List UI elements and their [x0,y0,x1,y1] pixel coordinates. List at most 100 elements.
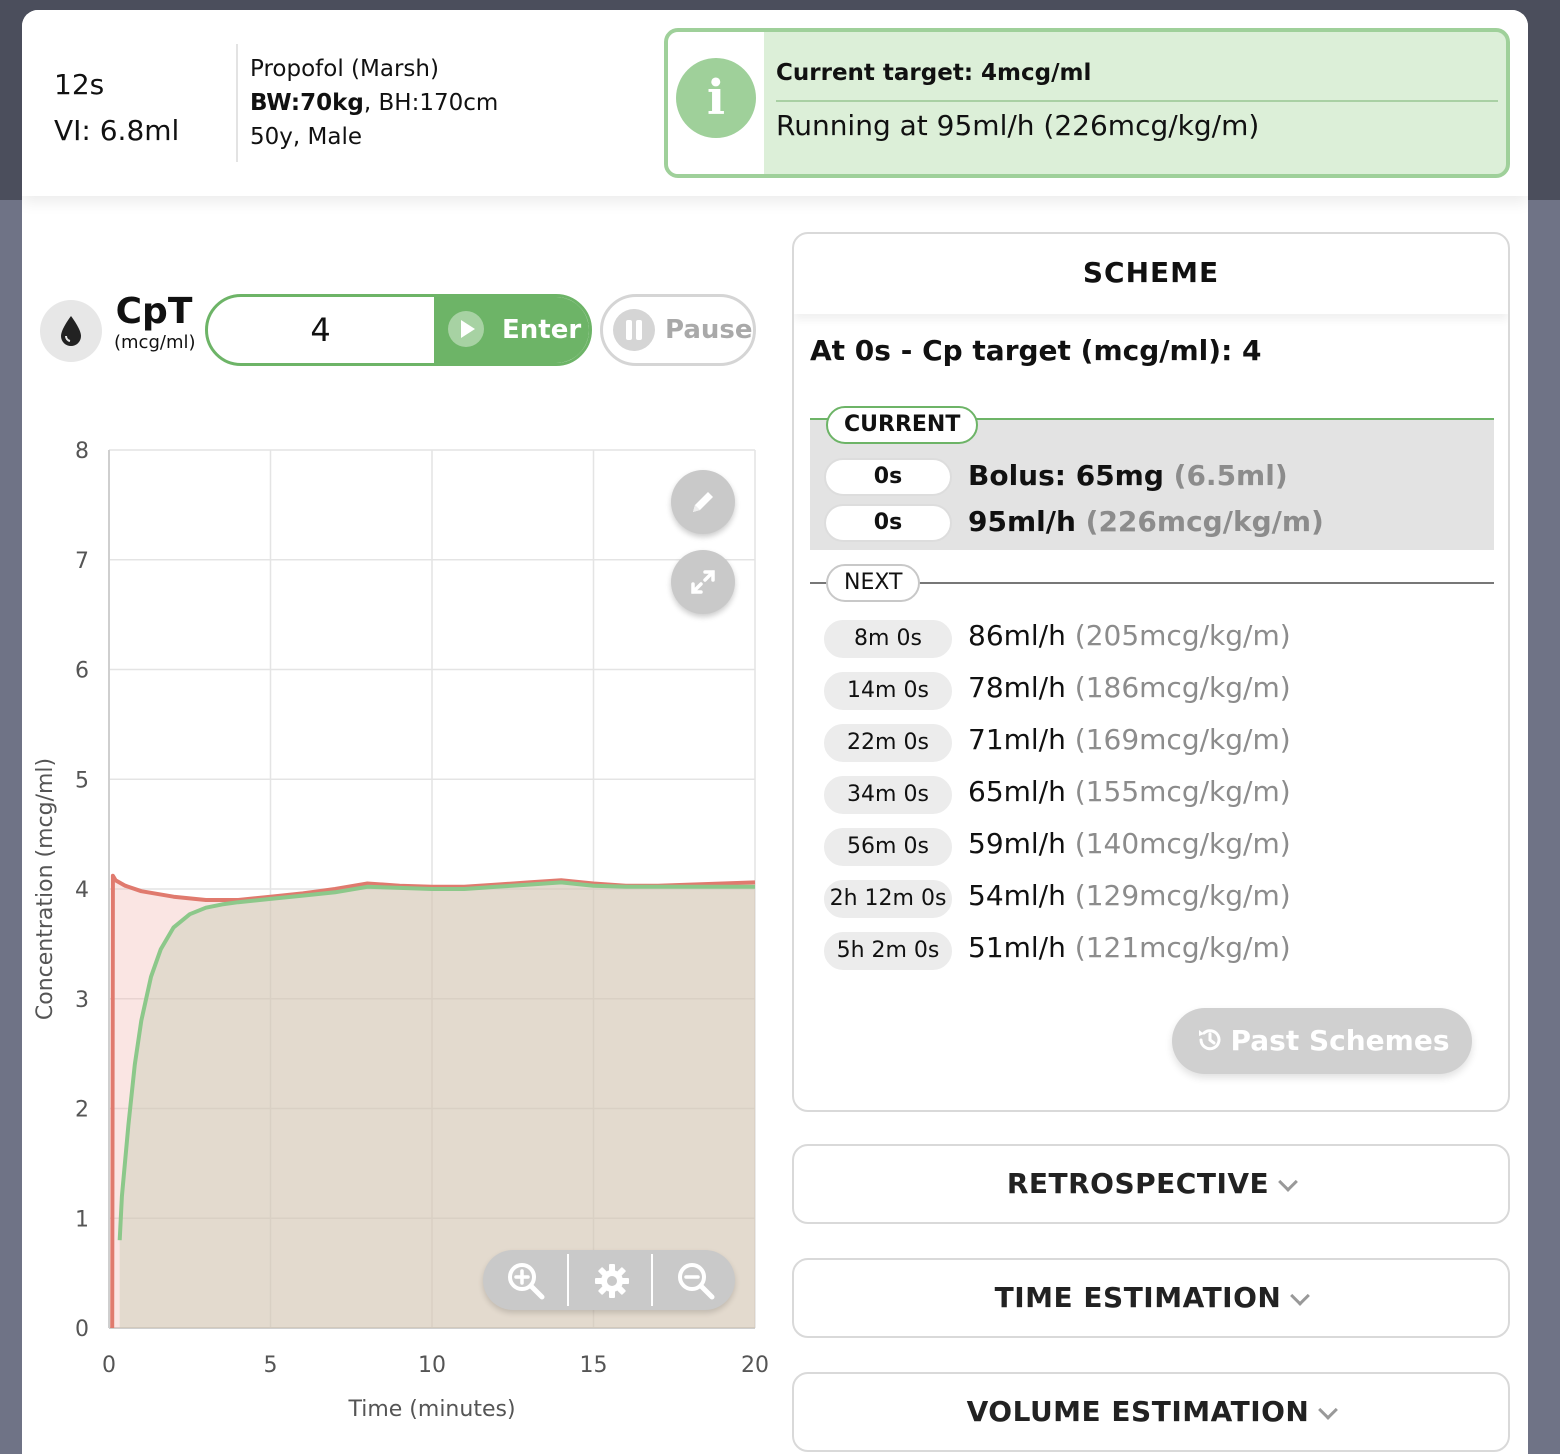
status-header: 12s VI: 6.8ml Propofol (Marsh) BW:70kg, … [22,10,1528,196]
zoom-in-icon [508,1263,545,1300]
info-banner: i Current target: 4mcg/ml Running at 95m… [664,28,1510,178]
pause-label: Pause [665,315,753,345]
history-icon [1198,1029,1220,1051]
current-row-text: Bolus: 65mg (6.5ml) [968,456,1288,496]
current-row-main: Bolus: 65mg [968,459,1164,492]
x-tick-label: 5 [264,1353,278,1378]
step-detail: (121mcg/kg/m) [1074,931,1291,964]
y-tick-label: 1 [75,1207,89,1232]
step-text: 51ml/h (121mcg/kg/m) [968,928,1291,968]
chevron-down-icon [1290,1286,1311,1306]
chart-settings-button[interactable] [569,1250,653,1310]
x-tick-label: 20 [741,1353,769,1378]
target-input[interactable] [208,297,433,363]
play-icon [448,311,484,347]
x-tick-label: 10 [418,1353,446,1378]
step-detail: (186mcg/kg/m) [1074,671,1291,704]
elapsed-info: 12s VI: 6.8ml [54,62,179,154]
target-unit: (mcg/ml) [114,332,196,353]
volume-estimation-accordion[interactable]: VOLUME ESTIMATION [792,1372,1510,1452]
chevron-down-icon [1278,1172,1299,1192]
pause-button[interactable]: Pause [600,294,756,366]
expand-button[interactable] [671,550,735,614]
x-tick-label: 15 [580,1353,608,1378]
gear-icon [595,1264,629,1298]
y-axis-label: Concentration (mcg/ml) [33,758,58,1020]
time-estimation-accordion[interactable]: TIME ESTIMATION [792,1258,1510,1338]
patient-body: BW:70kg, BH:170cm [250,86,498,120]
past-schemes-label: Past Schemes [1230,1024,1450,1057]
body-weight: BW:70kg [250,90,364,116]
next-divider: NEXT [810,564,1494,602]
patient-info: Propofol (Marsh) BW:70kg, BH:170cm 50y, … [250,52,498,154]
step-rate: 51ml/h [968,931,1066,964]
current-row-main: 95ml/h [968,505,1076,538]
step-rate: 78ml/h [968,671,1066,704]
chevron-down-icon [1318,1400,1339,1420]
y-tick-label: 8 [75,439,89,464]
y-tick-label: 6 [75,659,89,684]
past-schemes-button[interactable]: Past Schemes [1172,1008,1472,1074]
retrospective-label: RETROSPECTIVE [1006,1167,1270,1200]
y-tick-label: 4 [75,878,89,903]
edit-button[interactable] [671,470,735,534]
list-item: 22m 0s 71ml/h (169mcg/kg/m) [810,720,1494,772]
elapsed-time: 12s [54,68,105,101]
step-detail: (129mcg/kg/m) [1074,879,1291,912]
y-tick-label: 2 [75,1098,89,1123]
expand-icon [691,570,715,594]
step-rate: 54ml/h [968,879,1066,912]
step-time: 22m 0s [824,724,952,762]
zoom-out-icon [678,1263,715,1300]
scheme-card: SCHEME At 0s - Cp target (mcg/ml): 4 CUR… [792,232,1510,1112]
target-mode-label: CpT (mcg/ml) [114,291,196,354]
zoom-toolbar [483,1250,735,1310]
step-time: 34m 0s [824,776,952,814]
volume-infused: VI: 6.8ml [54,114,180,147]
current-row-text: 95ml/h (226mcg/kg/m) [968,502,1324,542]
step-text: 78ml/h (186mcg/kg/m) [968,668,1291,708]
step-text: 71ml/h (169mcg/kg/m) [968,720,1291,760]
list-item: 8m 0s 86ml/h (205mcg/kg/m) [810,616,1494,668]
list-item: 34m 0s 65ml/h (155mcg/kg/m) [810,772,1494,824]
x-axis-label: Time (minutes) [347,1397,515,1422]
pause-icon [613,309,655,351]
drop-icon [40,300,102,362]
zoom-out-button[interactable] [653,1250,737,1310]
scheme-title: SCHEME [794,234,1508,314]
step-rate: 71ml/h [968,723,1066,756]
scheme-subtitle: At 0s - Cp target (mcg/ml): 4 [810,334,1262,367]
info-icon-column: i [668,32,764,174]
zoom-in-button[interactable] [483,1250,567,1310]
retrospective-accordion[interactable]: RETROSPECTIVE [792,1144,1510,1224]
y-tick-label: 5 [75,768,89,793]
x-tick-label: 0 [102,1353,116,1378]
step-time: 2h 12m 0s [824,880,952,918]
enter-button[interactable]: Enter [434,297,589,363]
current-row-time: 0s [824,504,952,542]
list-item: 5h 2m 0s 51ml/h (121mcg/kg/m) [810,928,1494,980]
step-time: 5h 2m 0s [824,932,952,970]
step-rate: 59ml/h [968,827,1066,860]
info-icon: i [676,58,756,138]
patient-age-sex: 50y, Male [250,124,362,150]
y-tick-label: 7 [75,549,89,574]
step-text: 54ml/h (129mcg/kg/m) [968,876,1291,916]
step-detail: (205mcg/kg/m) [1074,619,1291,652]
app-container: 12s VI: 6.8ml Propofol (Marsh) BW:70kg, … [22,10,1528,1454]
step-rate: 65ml/h [968,775,1066,808]
current-row-time: 0s [824,458,952,496]
target-mode: CpT [115,291,193,332]
step-time: 14m 0s [824,672,952,710]
list-item: 56m 0s 59ml/h (140mcg/kg/m) [810,824,1494,876]
step-text: 65ml/h (155mcg/kg/m) [968,772,1291,812]
current-row-detail: (226mcg/kg/m) [1085,505,1324,538]
current-row-detail: (6.5ml) [1173,459,1288,492]
body-height: , BH:170cm [363,90,499,116]
step-text: 59ml/h (140mcg/kg/m) [968,824,1291,864]
volume-estimation-label: VOLUME ESTIMATION [966,1395,1310,1428]
current-section: CURRENT 0s Bolus: 65mg (6.5ml) 0s 95ml/h… [810,406,1494,550]
step-rate: 86ml/h [968,619,1066,652]
enter-label: Enter [502,315,582,345]
step-text: 86ml/h (205mcg/kg/m) [968,616,1291,656]
